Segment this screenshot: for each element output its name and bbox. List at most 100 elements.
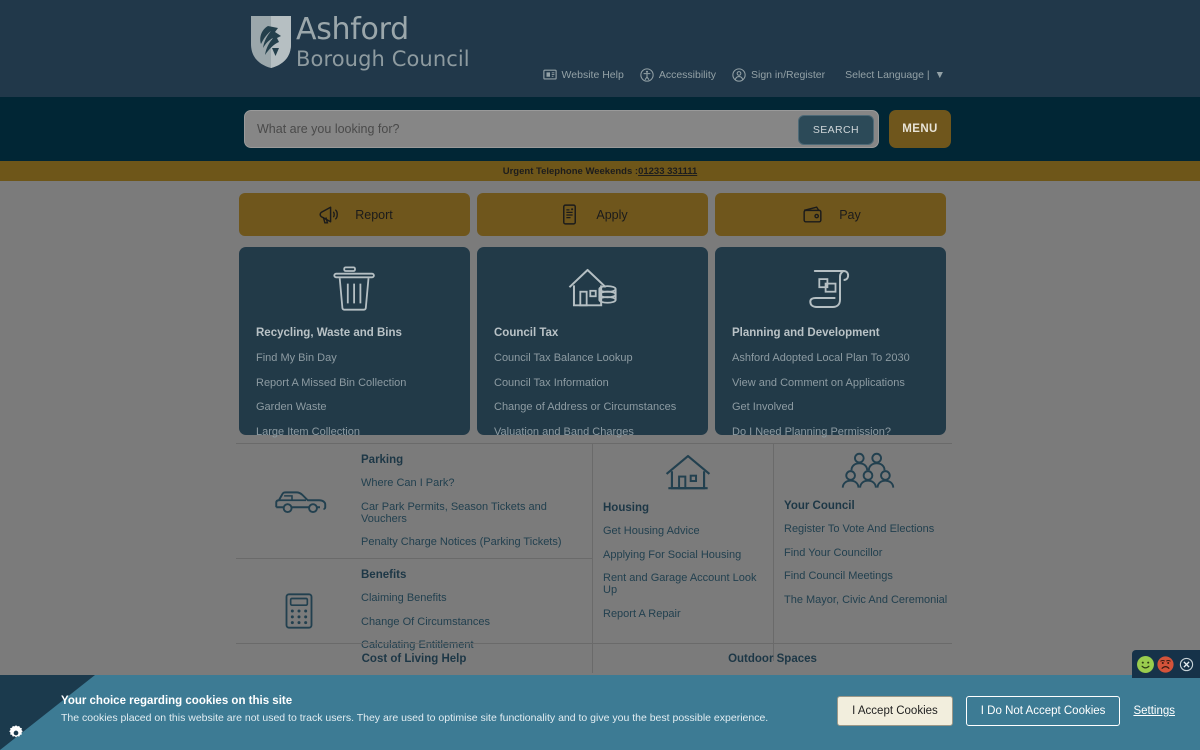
card-link[interactable]: Valuation and Band Charges	[494, 426, 691, 438]
quicklinks-outdoor-spaces[interactable]: Outdoor Spaces	[593, 644, 952, 673]
card-link[interactable]: Do I Need Planning Permission?	[732, 426, 929, 438]
utility-label: Accessibility	[658, 69, 716, 81]
calculator-icon	[236, 569, 361, 653]
chevron-down-icon: ▼	[934, 69, 945, 81]
card-title: Council Tax	[494, 327, 559, 339]
card-title: Planning and Development	[732, 327, 880, 339]
quicklink[interactable]: Find Council Meetings	[784, 570, 951, 582]
megaphone-icon	[316, 202, 341, 227]
cookie-settings-link[interactable]: Settings	[1133, 705, 1175, 717]
quicklink[interactable]: Find Your Councillor	[784, 547, 951, 559]
quicklinks-title: Benefits	[361, 569, 407, 581]
card-planning-development: Planning and Development Ashford Adopted…	[715, 247, 946, 438]
smiley-sad-icon[interactable]	[1157, 655, 1174, 673]
quicklink[interactable]: Where Can I Park?	[361, 477, 584, 489]
quicklink[interactable]: Applying For Social Housing	[603, 549, 773, 561]
card-link[interactable]: Council Tax Information	[494, 377, 691, 389]
site-logo[interactable]: Ashford Borough Council	[248, 14, 470, 70]
report-button[interactable]: Report	[239, 193, 470, 236]
language-label: Select Language |	[845, 69, 930, 81]
close-circle-icon[interactable]	[1179, 657, 1194, 672]
bin-icon	[256, 261, 453, 317]
logo-title: Ashford	[296, 11, 409, 47]
scroll-plan-icon	[732, 261, 929, 317]
utility-label: Website Help	[561, 69, 624, 81]
action-label: Report	[355, 207, 393, 222]
action-label: Apply	[596, 207, 628, 222]
utility-nav: Website Help Accessibility Sign in/Regis…	[542, 68, 945, 82]
quicklink[interactable]: Change Of Circumstances	[361, 616, 584, 628]
utility-label: Sign in/Register	[751, 69, 826, 81]
urgent-label: Urgent Telephone Weekends :	[502, 165, 639, 177]
feedback-widget	[1132, 650, 1200, 678]
wallet-icon	[800, 202, 825, 227]
quicklinks-column-housing: Housing Get Housing Advice Applying For …	[593, 444, 774, 661]
cookie-banner: Your choice regarding cookies on this si…	[0, 675, 1200, 750]
action-button-row: Report Apply Pay	[239, 193, 946, 236]
language-selector[interactable]: Select Language | ▼	[845, 69, 945, 81]
quicklink[interactable]: Rent and Garage Account Look Up	[603, 572, 773, 596]
search-area: SEARCH MENU	[244, 110, 951, 148]
shield-logo-icon	[251, 16, 291, 68]
logo-subtitle: Borough Council	[296, 46, 470, 71]
quicklink[interactable]: Car Park Permits, Season Tickets and Vou…	[361, 501, 584, 525]
gear-icon[interactable]	[7, 724, 25, 742]
smiley-happy-icon[interactable]	[1137, 655, 1154, 673]
quicklinks-grid: Parking Where Can I Park? Car Park Permi…	[236, 443, 952, 661]
quicklinks-title: Housing	[603, 502, 649, 514]
quicklink[interactable]: Report A Repair	[603, 608, 773, 620]
homepage-root: Ashford Borough Council Website Help Acc…	[0, 0, 1200, 750]
quicklinks-column-left: Parking Where Can I Park? Car Park Permi…	[236, 444, 593, 661]
quicklinks-parking-list: Parking Where Can I Park? Car Park Permi…	[361, 454, 592, 550]
cookie-title: Your choice regarding cookies on this si…	[61, 695, 293, 707]
utility-link-accessibility[interactable]: Accessibility	[640, 68, 716, 82]
quicklinks-your-council: Your Council Register To Vote And Electi…	[774, 444, 951, 614]
quicklinks-title: Parking	[361, 454, 404, 466]
action-label: Pay	[839, 207, 861, 222]
apply-button[interactable]: Apply	[477, 193, 708, 236]
urgent-phone-link[interactable]: 01233 331111	[638, 166, 697, 177]
pay-button[interactable]: Pay	[715, 193, 946, 236]
quicklink[interactable]: Claiming Benefits	[361, 592, 584, 604]
quicklinks-title: Your Council	[784, 500, 855, 512]
people-group-icon	[784, 452, 951, 492]
card-link[interactable]: Garden Waste	[256, 401, 453, 413]
search-box: SEARCH	[244, 110, 879, 148]
card-link[interactable]: Get Involved	[732, 401, 929, 413]
quicklinks-cost-of-living[interactable]: Cost of Living Help	[236, 644, 593, 673]
card-recycling-waste-bins: Recycling, Waste and Bins Find My Bin Da…	[239, 247, 470, 438]
card-link[interactable]: Large Item Collection	[256, 426, 453, 438]
card-council-tax: Council Tax Council Tax Balance Lookup C…	[477, 247, 708, 438]
quicklinks-column-council: Your Council Register To Vote And Electi…	[774, 444, 951, 661]
card-link[interactable]: Report A Missed Bin Collection	[256, 377, 453, 389]
search-button[interactable]: SEARCH	[797, 115, 874, 145]
quicklink[interactable]: Register To Vote And Elections	[784, 523, 951, 535]
urgent-telephone-banner: Urgent Telephone Weekends : 01233 331111	[0, 161, 1200, 181]
service-cards-row: Recycling, Waste and Bins Find My Bin Da…	[239, 247, 946, 438]
quicklinks-parking: Parking Where Can I Park? Car Park Permi…	[236, 444, 592, 558]
quicklink[interactable]: Penalty Charge Notices (Parking Tickets)	[361, 536, 584, 548]
house-icon	[603, 452, 773, 494]
quicklink[interactable]: The Mayor, Civic And Ceremonial	[784, 594, 951, 606]
user-circle-icon	[732, 68, 746, 82]
form-document-icon	[557, 202, 582, 227]
accept-cookies-button[interactable]: I Accept Cookies	[837, 696, 953, 726]
utility-link-sign-in-register[interactable]: Sign in/Register	[732, 68, 825, 82]
card-link[interactable]: View and Comment on Applications	[732, 377, 929, 389]
car-icon	[236, 454, 361, 550]
decline-cookies-button[interactable]: I Do Not Accept Cookies	[965, 696, 1121, 726]
search-input[interactable]	[245, 122, 878, 136]
site-header: Ashford Borough Council Website Help Acc…	[0, 0, 1200, 97]
card-link[interactable]: Ashford Adopted Local Plan To 2030	[732, 352, 929, 364]
menu-button[interactable]: MENU	[889, 110, 951, 148]
accessibility-person-icon	[640, 68, 654, 82]
card-link[interactable]: Change of Address or Circumstances	[494, 401, 691, 413]
quicklinks-housing: Housing Get Housing Advice Applying For …	[593, 444, 773, 628]
quicklink[interactable]: Get Housing Advice	[603, 525, 773, 537]
card-link[interactable]: Council Tax Balance Lookup	[494, 352, 691, 364]
utility-link-website-help[interactable]: Website Help	[542, 68, 624, 82]
cookie-body: The cookies placed on this website are n…	[61, 712, 769, 724]
house-coins-icon	[494, 261, 691, 317]
card-link[interactable]: Find My Bin Day	[256, 352, 453, 364]
cookie-text: Your choice regarding cookies on this si…	[61, 695, 768, 724]
